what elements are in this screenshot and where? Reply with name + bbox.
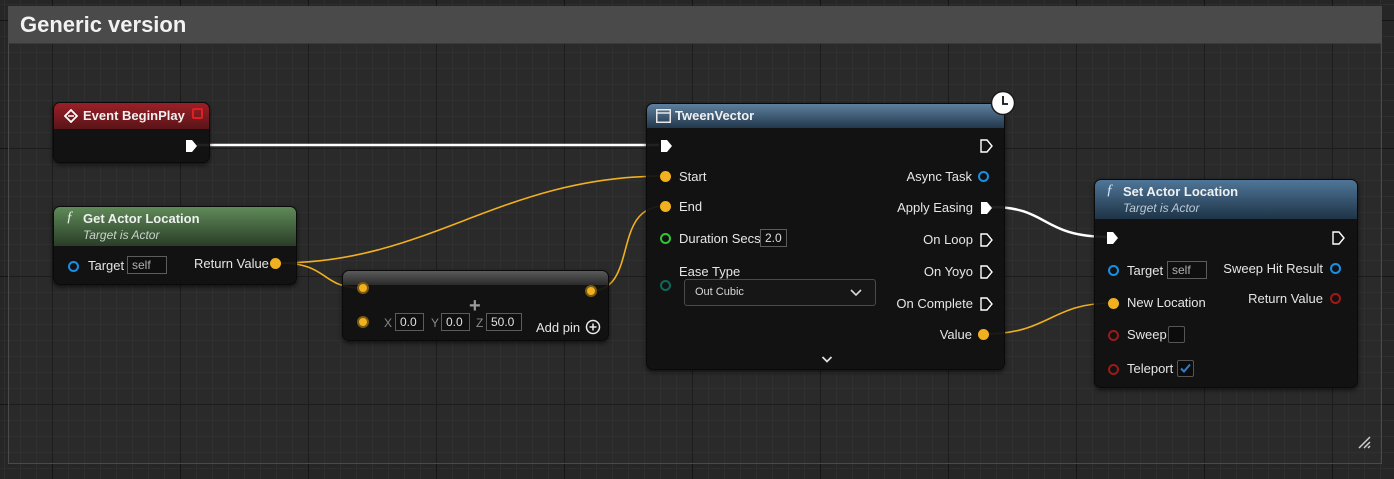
chevron-down-icon[interactable] (821, 355, 833, 364)
node-title: TweenVector (675, 108, 755, 123)
node-type-icon (656, 109, 671, 123)
exec-in-pin[interactable] (660, 139, 673, 153)
sweep-pin[interactable] (1108, 330, 1119, 341)
chevron-down-icon (850, 289, 862, 297)
node-title: Set Actor Location (1123, 184, 1239, 199)
return-value-pin[interactable] (1330, 293, 1341, 304)
y-axis-label: Y (431, 316, 440, 330)
checkmark-icon (1180, 363, 1191, 373)
function-f-icon: ƒ (66, 209, 74, 225)
exec-out-pin[interactable] (980, 139, 993, 153)
result-pin[interactable] (585, 285, 597, 297)
duration-label: Duration Secs (679, 231, 761, 246)
target-label: Target (88, 258, 125, 273)
duration-field[interactable]: 2.0 (760, 229, 787, 247)
node-add-vector[interactable]: + X 0.0 Y 0.0 Z 50.0 Add pin (342, 270, 609, 341)
exec-out-pin[interactable] (185, 139, 198, 153)
node-header (343, 271, 608, 285)
ease-type-pin[interactable] (660, 280, 671, 291)
x-field[interactable]: 0.0 (395, 313, 424, 331)
ease-type-dropdown[interactable]: Out Cubic (684, 279, 876, 306)
event-delegate-pin[interactable] (192, 108, 203, 119)
value-pin[interactable] (978, 329, 989, 340)
node-subtitle: Target is Actor (1123, 201, 1200, 215)
event-diamond-icon (64, 109, 78, 123)
plus-circle-icon[interactable] (585, 319, 601, 335)
end-pin[interactable] (660, 201, 671, 212)
z-field[interactable]: 50.0 (486, 313, 522, 331)
node-subtitle: Target is Actor (83, 228, 160, 242)
start-label: Start (679, 169, 707, 184)
clock-icon (990, 90, 1016, 116)
y-field[interactable]: 0.0 (441, 313, 470, 331)
on-yoyo-label: On Yoyo (923, 264, 973, 279)
function-f-icon: ƒ (1106, 182, 1114, 198)
sweep-hit-result-label: Sweep Hit Result (1223, 261, 1323, 276)
on-complete-pin[interactable] (980, 297, 993, 311)
exec-out-pin[interactable] (1332, 231, 1345, 245)
async-task-pin[interactable] (978, 171, 989, 182)
ease-type-value: Out Cubic (695, 286, 744, 298)
node-event-beginplay[interactable]: Event BeginPlay (53, 102, 210, 163)
new-location-label: New Location (1127, 295, 1206, 310)
graph-canvas[interactable]: Generic version Event BeginPlay ƒ Get Ac… (0, 0, 1394, 479)
exec-in-pin[interactable] (1106, 231, 1119, 245)
new-location-pin[interactable] (1108, 298, 1119, 309)
node-tween-vector[interactable]: TweenVector Start End Duration Secs 2.0 … (646, 103, 1005, 370)
target-label: Target (1127, 263, 1164, 278)
on-complete-label: On Complete (896, 296, 973, 311)
ease-type-label: Ease Type (679, 264, 741, 279)
node-title: Event BeginPlay (83, 108, 185, 123)
teleport-checkbox[interactable] (1177, 360, 1194, 377)
on-yoyo-pin[interactable] (980, 265, 993, 279)
node-title: Get Actor Location (83, 211, 200, 226)
sweep-label: Sweep (1127, 327, 1167, 342)
on-loop-label: On Loop (923, 232, 973, 247)
sweep-checkbox[interactable] (1168, 326, 1185, 343)
apply-easing-label: Apply Easing (897, 200, 973, 215)
resize-handle-icon[interactable] (1357, 435, 1371, 449)
target-field[interactable]: self (1167, 261, 1207, 279)
node-get-actor-location[interactable]: ƒ Get Actor Location Target is Actor Tar… (53, 206, 297, 285)
return-value-label: Return Value (194, 256, 269, 271)
start-pin[interactable] (660, 171, 671, 182)
apply-easing-pin[interactable] (980, 201, 993, 215)
target-pin[interactable] (1108, 265, 1119, 276)
node-set-actor-location[interactable]: ƒ Set Actor Location Target is Actor Tar… (1094, 179, 1358, 388)
target-field[interactable]: self (127, 256, 167, 274)
add-operator-icon: + (469, 295, 481, 317)
comment-header[interactable]: Generic version (9, 7, 1381, 44)
sweep-hit-result-pin[interactable] (1330, 263, 1341, 274)
target-pin[interactable] (68, 261, 79, 272)
comment-title: Generic version (20, 12, 187, 37)
input-b-pin[interactable] (357, 316, 369, 328)
duration-pin[interactable] (660, 233, 671, 244)
async-task-label: Async Task (906, 169, 972, 184)
end-label: End (679, 199, 703, 214)
return-value-label: Return Value (1248, 291, 1323, 306)
teleport-label: Teleport (1127, 361, 1174, 376)
return-value-pin[interactable] (270, 258, 281, 269)
add-pin-label[interactable]: Add pin (536, 320, 580, 335)
x-axis-label: X (384, 316, 393, 330)
input-a-pin[interactable] (357, 282, 369, 294)
z-axis-label: Z (476, 316, 484, 330)
teleport-pin[interactable] (1108, 364, 1119, 375)
on-loop-pin[interactable] (980, 233, 993, 247)
value-label: Value (939, 327, 972, 342)
